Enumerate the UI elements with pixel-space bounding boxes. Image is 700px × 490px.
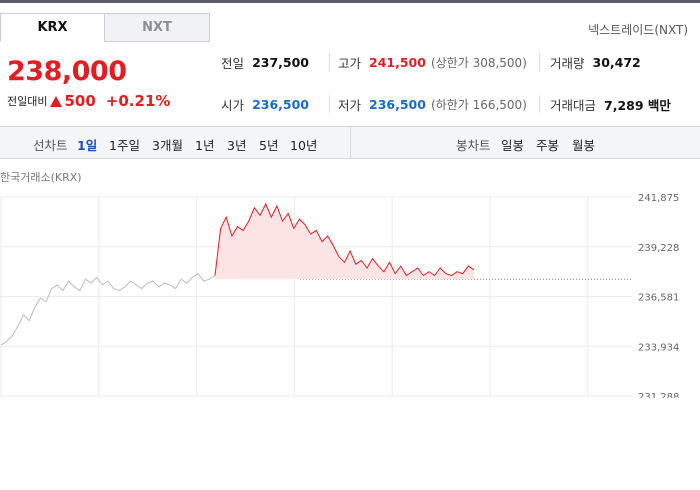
stat-label: 저가 — [338, 97, 362, 113]
stat-open: 시가 236,500 — [205, 95, 329, 113]
change-value: 500 — [64, 92, 96, 110]
period-3m-button[interactable]: 3개월 — [152, 135, 183, 154]
period-10y-button[interactable]: 10년 — [290, 135, 317, 154]
price-change: 전일대비 500 +0.21% — [7, 92, 170, 110]
up-triangle-icon — [50, 95, 63, 107]
stat-value: 237,500 — [252, 54, 309, 70]
y-tick-label: 239,228 — [638, 243, 679, 254]
stat-label: 전일 — [221, 55, 245, 71]
stat-value: 236,500 — [252, 96, 309, 112]
stat-value: 30,472 — [592, 54, 641, 70]
nxt-link[interactable]: 넥스트레이드(NXT) — [588, 21, 688, 38]
y-tick-label: 236,581 — [638, 293, 679, 304]
change-percent: +0.21% — [105, 92, 171, 110]
period-1y-button[interactable]: 1년 — [195, 135, 214, 154]
candle-monthly-button[interactable]: 월봉 — [572, 135, 595, 154]
market-tabs: KRX NXT — [0, 13, 210, 42]
stat-label: 시가 — [221, 97, 245, 113]
toolbar-divider — [350, 127, 351, 158]
stats-row-2: 시가 236,500 저가 236,500 (하한가 166,500) 거래대금… — [205, 95, 700, 113]
tab-krx[interactable]: KRX — [0, 13, 105, 42]
stat-sub: (하한가 166,500) — [430, 97, 527, 112]
chart-title: 한국거래소(KRX) — [0, 171, 82, 184]
chart-toolbar: 선차트 1일 1주일 3개월 1년 3년 5년 10년 봉차트 일봉 주봉 월봉 — [0, 126, 700, 159]
stat-value: 7,289 백만 — [604, 97, 671, 113]
stat-value: 241,500 — [369, 54, 426, 70]
series-area-up — [215, 204, 474, 280]
stat-low: 저가 236,500 (하한가 166,500) — [329, 95, 539, 113]
stats-row-1: 전일 237,500 고가 241,500 (상한가 308,500) 거래량 … — [205, 53, 700, 71]
stat-high: 고가 241,500 (상한가 308,500) — [329, 53, 539, 71]
stat-trade-amount: 거래대금 7,289 백만 — [539, 95, 671, 113]
stat-sub: (상한가 308,500) — [430, 55, 527, 70]
candle-chart-label: 봉차트 — [456, 138, 491, 153]
line-chart-label: 선차트 — [33, 138, 68, 153]
y-tick-label: 233,934 — [638, 342, 679, 353]
period-1w-button[interactable]: 1주일 — [109, 135, 140, 154]
period-5y-button[interactable]: 5년 — [259, 135, 278, 154]
candle-weekly-button[interactable]: 주봉 — [536, 135, 559, 154]
y-tick-label: 231,288 — [638, 392, 679, 398]
stat-label: 고가 — [338, 55, 362, 71]
y-tick-label: 241,875 — [638, 193, 679, 204]
change-label: 전일대비 — [7, 95, 48, 108]
stat-volume: 거래량 30,472 — [539, 53, 641, 71]
series-line-before — [0, 272, 216, 346]
stat-label: 거래대금 — [550, 97, 597, 113]
period-3y-button[interactable]: 3년 — [227, 135, 246, 154]
stat-value: 236,500 — [369, 96, 426, 112]
candle-daily-button[interactable]: 일봉 — [501, 135, 524, 154]
top-border — [0, 0, 700, 3]
intraday-price-chart: 241,875 239,228 236,581 233,934 231,288 — [0, 193, 679, 398]
period-1d-button[interactable]: 1일 — [77, 135, 97, 154]
stat-prev-close: 전일 237,500 — [205, 53, 329, 71]
current-price: 238,000 — [7, 56, 127, 87]
tab-nxt[interactable]: NXT — [105, 13, 210, 42]
stat-label: 거래량 — [550, 55, 585, 71]
